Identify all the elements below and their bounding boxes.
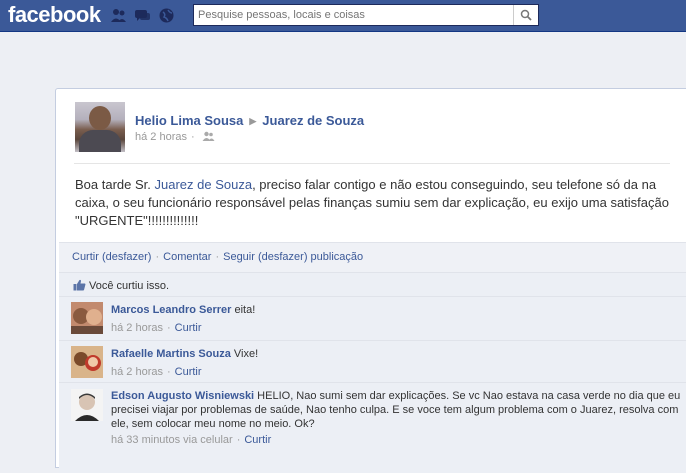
arrow-right-icon: ▶ [249, 116, 257, 126]
comment-like-link[interactable]: Curtir [175, 322, 202, 334]
comment-text: eita! [231, 304, 256, 316]
comment-author[interactable]: Marcos Leandro Serrer [111, 304, 231, 316]
story-meta: há 2 horas · [135, 131, 215, 143]
comment-item: Marcos Leandro Serrer eita! há 2 horas · C… [59, 296, 686, 341]
search-button[interactable] [513, 5, 538, 25]
commenter-avatar[interactable] [71, 302, 103, 334]
top-bar: facebook [0, 0, 686, 32]
comment-time[interactable]: há 33 minutos via celular [111, 434, 233, 446]
facebook-logo[interactable]: facebook [8, 2, 101, 28]
comment-author[interactable]: Rafaelle Martins Souza [111, 348, 231, 360]
comment-author[interactable]: Edson Augusto Wisniewski [111, 390, 254, 402]
post-message: Boa tarde Sr. Juarez de Souza, preciso f… [75, 177, 669, 228]
like-thumb-icon [73, 279, 86, 291]
likes-summary: Você curtiu isso. [59, 272, 686, 297]
search-input[interactable] [198, 7, 508, 23]
likes-text: Você curtiu isso. [89, 280, 170, 292]
comment-body: Edson Augusto Wisniewski HELIO, Nao sumi… [111, 390, 681, 446]
comment-like-link[interactable]: Curtir [244, 434, 271, 446]
like-toggle-link[interactable]: Curtir (desfazer) [72, 251, 151, 263]
author-avatar[interactable] [75, 102, 125, 152]
notification-jewels [110, 7, 175, 24]
notifications-globe-icon[interactable] [158, 7, 175, 24]
commenter-avatar[interactable] [71, 346, 103, 378]
story-header: Helio Lima Sousa ▶ Juarez de Souza [135, 113, 364, 128]
follow-post-link[interactable]: Seguir (desfazer) publicação [223, 251, 363, 263]
divider [74, 163, 670, 164]
commenter-avatar[interactable] [71, 389, 103, 421]
search-icon [520, 9, 532, 21]
comment-time[interactable]: há 2 horas [111, 366, 163, 378]
story-card: Helio Lima Sousa ▶ Juarez de Souza há 2 ho… [55, 88, 686, 473]
author-name[interactable]: Helio Lima Sousa [135, 113, 243, 128]
search-box [193, 4, 539, 26]
comment-like-link[interactable]: Curtir [175, 366, 202, 378]
comment-item: Edson Augusto Wisniewski HELIO, Nao sumi… [59, 382, 686, 473]
comment-link[interactable]: Comentar [163, 251, 211, 263]
post-time[interactable]: há 2 horas [135, 131, 187, 143]
messages-icon[interactable] [134, 7, 151, 24]
comment-text: Vixe! [230, 348, 259, 360]
comment-body: Rafaelle Martins Souza Vixe! há 2 horas ·… [111, 348, 259, 378]
comment-item: Rafaelle Martins Souza Vixe! há 2 horas ·… [59, 340, 686, 383]
friend-requests-icon[interactable] [110, 7, 127, 24]
comment-time[interactable]: há 2 horas [111, 322, 163, 334]
comment-body: Marcos Leandro Serrer eita! há 2 horas · C… [111, 304, 256, 334]
friends-audience-icon[interactable] [202, 131, 215, 142]
mention-link[interactable]: Juarez de Souza [155, 177, 253, 192]
post-actions: Curtir (desfazer) · Comentar · Seguir (desfa… [59, 242, 686, 273]
target-name[interactable]: Juarez de Souza [262, 113, 364, 128]
